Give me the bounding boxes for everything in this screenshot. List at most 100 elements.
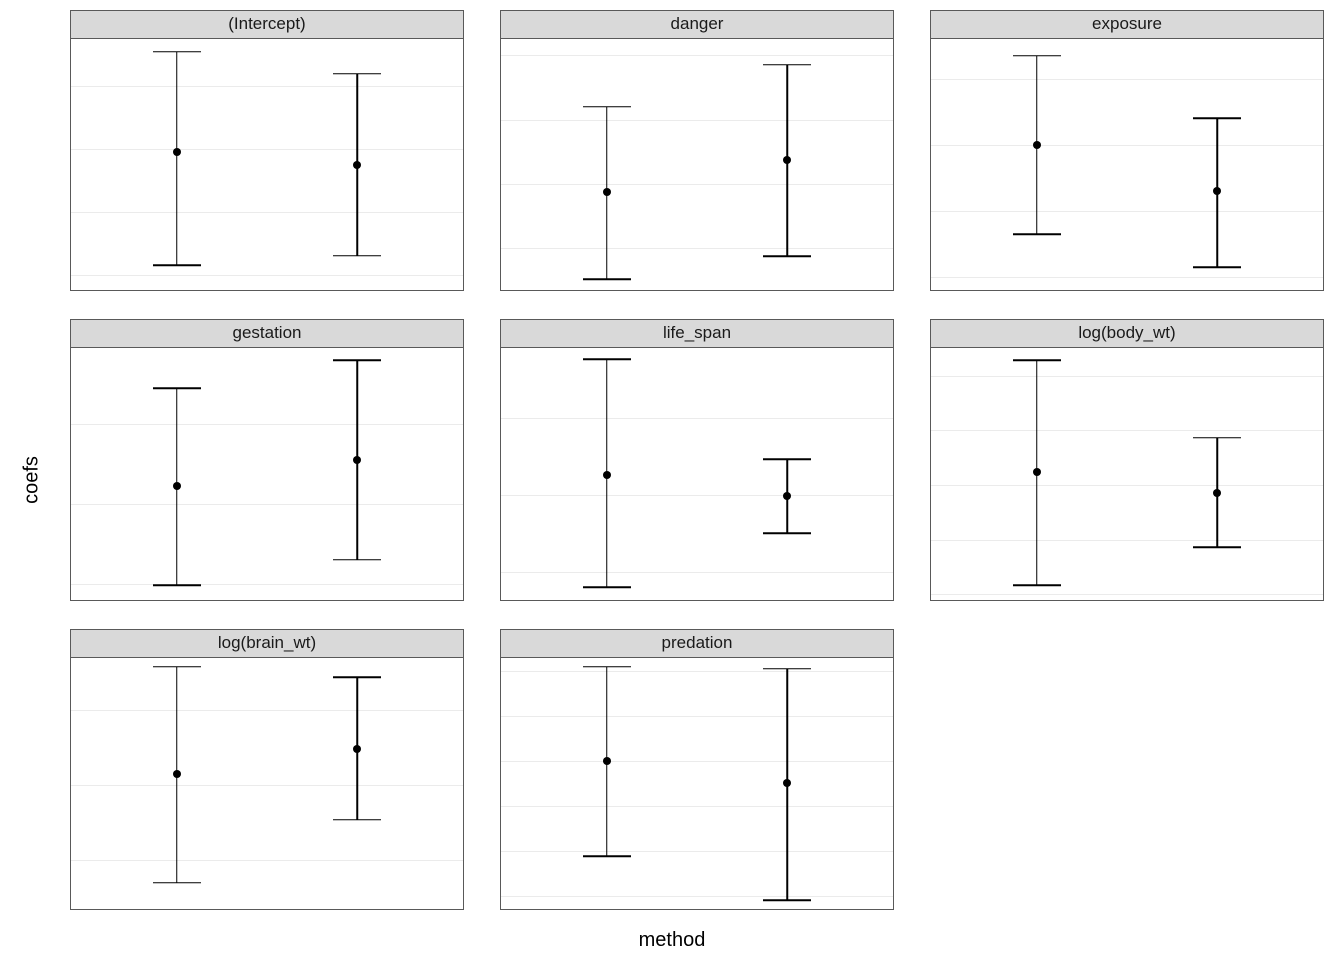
panel-wrap: -1 0 1 2 Full ModelModel Average: [930, 38, 1324, 291]
panel-wrap: -1.0-0.50.00.51.0Full ModelModel Average: [930, 347, 1324, 600]
error-cap: [583, 278, 631, 280]
data-point: [1213, 187, 1221, 195]
facet-title: life_span: [500, 319, 894, 347]
y-tick-label: -1: [500, 887, 501, 904]
y-tick-label: 17: [70, 140, 71, 157]
error-cap: [1193, 266, 1241, 268]
x-ticks: Full ModelModel Average: [501, 909, 893, 910]
error-cap: [583, 666, 631, 668]
data-point: [603, 188, 611, 196]
facet-title: exposure: [930, 10, 1324, 38]
plot-panel: -1 0 1 2 3 4 Full ModelModel Average: [500, 657, 894, 910]
y-tick-label: 0: [500, 47, 501, 64]
facet: life_span-0.050.000.05Full ModelModel Av…: [500, 319, 894, 600]
data-point: [1033, 468, 1041, 476]
y-tick-label: 19: [70, 78, 71, 95]
data-point: [603, 757, 611, 765]
x-ticks: Full ModelModel Average: [501, 600, 893, 601]
facet-title: danger: [500, 10, 894, 38]
panel-wrap: -0.050.000.05Full ModelModel Average: [500, 347, 894, 600]
facet: gestation-0.02-0.010.00Full ModelModel A…: [70, 319, 464, 600]
y-tick-label: 15: [70, 203, 71, 220]
data-point: [783, 779, 791, 787]
error-cap: [333, 255, 381, 257]
plot-panel: 13151719Full ModelModel Average: [70, 38, 464, 291]
y-tick-label: 3: [500, 708, 501, 725]
error-cap: [763, 256, 811, 258]
data-point: [1033, 141, 1041, 149]
error-cap: [1013, 55, 1061, 57]
facet-chart: coefs method (Intercept)13151719Full Mod…: [0, 0, 1344, 960]
data-point: [603, 471, 611, 479]
y-tick-label: 0.00: [70, 416, 71, 433]
error-cap: [333, 819, 381, 821]
facet-title: (Intercept): [70, 10, 464, 38]
y-tick-label: 0.00: [500, 486, 501, 503]
facet-title: log(body_wt): [930, 319, 1324, 347]
error-cap: [1013, 233, 1061, 235]
error-cap: [763, 64, 811, 66]
panel-wrap: -6-4-20Full ModelModel Average: [500, 38, 894, 291]
plot-panel: -1.0-0.50.00.51.0Full ModelModel Average: [930, 347, 1324, 600]
data-point: [783, 156, 791, 164]
plot-panel: -0.050.000.05Full ModelModel Average: [500, 347, 894, 600]
error-cap: [1193, 546, 1241, 548]
panel-wrap: -0.02-0.010.00Full ModelModel Average: [70, 347, 464, 600]
error-cap: [333, 559, 381, 561]
error-cap: [763, 459, 811, 461]
error-cap: [333, 676, 381, 678]
y-tick-label: -4: [500, 175, 501, 192]
y-tick-label: -0.01: [70, 495, 71, 512]
y-tick-label: -1.0: [930, 586, 931, 601]
facet: log(brain_wt)-2-10Full ModelModel Averag…: [70, 629, 464, 910]
facet: predation -1 0 1 2 3 4 Full ModelModel Average: [500, 629, 894, 910]
y-tick-label: 2: [500, 752, 501, 769]
panel-wrap: -1 0 1 2 3 4 Full ModelModel Average: [500, 657, 894, 910]
y-tick-label: -1: [70, 777, 71, 794]
error-cap: [153, 387, 201, 389]
y-tick-label: 0: [930, 202, 931, 219]
error-cap: [333, 360, 381, 362]
plot-panel: -1 0 1 2 Full ModelModel Average: [930, 38, 1324, 291]
y-tick-label: 0.05: [500, 409, 501, 426]
error-cap: [1193, 437, 1241, 439]
error-cap: [583, 587, 631, 589]
error-cap: [333, 73, 381, 75]
error-cap: [153, 264, 201, 266]
error-cap: [763, 533, 811, 535]
data-point: [353, 745, 361, 753]
y-tick-label: -0.5: [930, 531, 931, 548]
error-cap: [583, 855, 631, 857]
x-ticks: Full ModelModel Average: [931, 290, 1323, 291]
x-ticks: Full ModelModel Average: [931, 600, 1323, 601]
y-tick-label: 1: [500, 797, 501, 814]
panel-wrap: 13151719Full ModelModel Average: [70, 38, 464, 291]
y-tick-label: -1: [930, 269, 931, 286]
panel-wrap: -2-10Full ModelModel Average: [70, 657, 464, 910]
facet: exposure -1 0 1 2 Full ModelModel Average: [930, 10, 1324, 291]
facet-grid: (Intercept)13151719Full ModelModel Avera…: [70, 10, 1324, 910]
error-cap: [153, 585, 201, 587]
data-point: [173, 770, 181, 778]
y-tick-label: 0: [500, 842, 501, 859]
data-point: [173, 482, 181, 490]
y-tick-label: 1.0: [930, 367, 931, 384]
y-tick-label: 0.5: [930, 422, 931, 439]
x-ticks: Full ModelModel Average: [71, 909, 463, 910]
facet: (Intercept)13151719Full ModelModel Avera…: [70, 10, 464, 291]
y-tick-label: 2: [930, 70, 931, 87]
y-axis-label: coefs: [20, 456, 43, 504]
error-cap: [1013, 585, 1061, 587]
y-tick-label: 1: [930, 136, 931, 153]
facet-title: predation: [500, 629, 894, 657]
facet-title: log(brain_wt): [70, 629, 464, 657]
error-cap: [153, 666, 201, 668]
y-tick-label: 13: [70, 266, 71, 283]
error-bar: [176, 52, 178, 266]
data-point: [353, 161, 361, 169]
y-tick-label: 4: [500, 663, 501, 680]
y-tick-label: -2: [70, 852, 71, 869]
data-point: [783, 492, 791, 500]
facet-title: gestation: [70, 319, 464, 347]
plot-panel: -6-4-20Full ModelModel Average: [500, 38, 894, 291]
